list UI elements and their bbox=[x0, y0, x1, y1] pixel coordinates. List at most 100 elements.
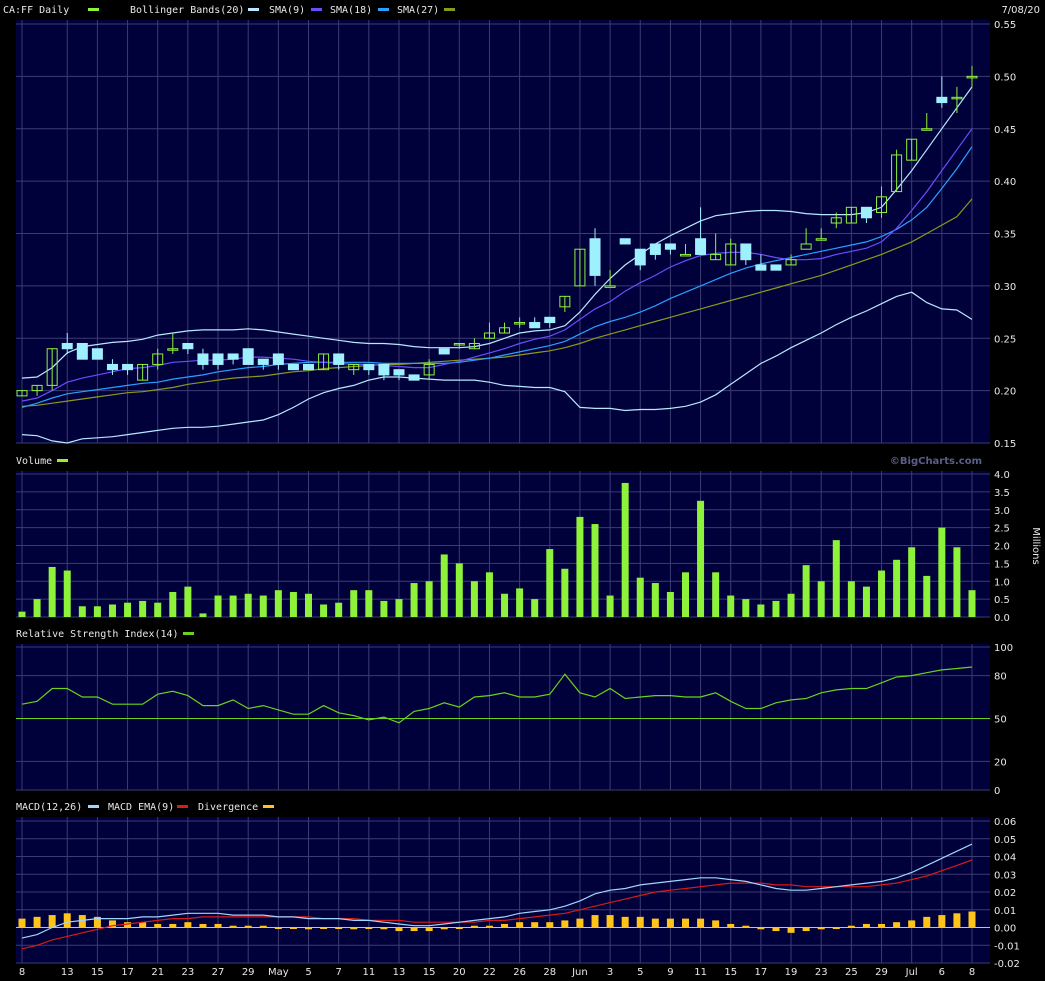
symbol-label: CA:FF Daily bbox=[3, 5, 69, 16]
volume-unit: Millions bbox=[1030, 527, 1041, 564]
divergence-bar bbox=[862, 923, 870, 928]
x-tick-label: 29 bbox=[875, 967, 888, 978]
candle-body-down bbox=[408, 374, 420, 381]
volume-bar bbox=[727, 595, 735, 617]
volume-bar bbox=[531, 599, 539, 617]
x-tick-label: 15 bbox=[423, 967, 436, 978]
volume-bar bbox=[320, 604, 328, 617]
divergence-bar bbox=[184, 922, 192, 928]
volume-bar bbox=[78, 606, 86, 617]
candle-body-down bbox=[227, 353, 239, 360]
divergence-bar bbox=[938, 915, 946, 928]
divergence-label: Divergence bbox=[198, 802, 258, 813]
divergence-bar bbox=[561, 920, 569, 928]
volume-bar bbox=[229, 595, 237, 617]
x-tick-label: 22 bbox=[483, 967, 496, 978]
price-tick-label: 0.15 bbox=[994, 439, 1016, 450]
price-tick-label: 0.50 bbox=[994, 72, 1016, 83]
volume-bar bbox=[802, 565, 810, 617]
divergence-bar bbox=[410, 927, 418, 932]
chart-date: 7/08/20 bbox=[1001, 5, 1040, 16]
volume-tick-label: 0.5 bbox=[994, 595, 1010, 606]
panels bbox=[16, 20, 990, 964]
rsi-panel bbox=[16, 644, 990, 790]
candle-body-down bbox=[182, 342, 194, 350]
bollinger-label: Bollinger Bands(20) bbox=[130, 5, 244, 16]
volume-bar bbox=[485, 572, 493, 617]
divergence-bar bbox=[18, 918, 26, 928]
x-tick-label: 28 bbox=[543, 967, 556, 978]
divergence-bar bbox=[395, 927, 403, 932]
volume-tick-label: 4.0 bbox=[994, 470, 1010, 481]
volume-bar bbox=[561, 568, 569, 617]
divergence-bar bbox=[425, 927, 433, 932]
candle-body-down bbox=[695, 238, 707, 255]
divergence-bar bbox=[546, 922, 554, 928]
candle-body-down bbox=[106, 363, 118, 371]
candle-body-down bbox=[378, 363, 390, 376]
x-tick-label: 17 bbox=[121, 967, 134, 978]
macd-label: MACD(12,26) bbox=[16, 802, 82, 813]
bollinger-swatch bbox=[248, 8, 259, 11]
x-tick-label: 26 bbox=[513, 967, 526, 978]
candle-body-down bbox=[61, 342, 73, 350]
divergence-bar bbox=[621, 916, 629, 928]
volume-bar bbox=[154, 602, 162, 617]
x-tick-label: 21 bbox=[151, 967, 164, 978]
macd-tick-label: 0.05 bbox=[994, 835, 1016, 846]
divergence-bar bbox=[968, 911, 976, 928]
x-tick-label: 15 bbox=[91, 967, 104, 978]
x-tick-label: 15 bbox=[724, 967, 737, 978]
volume-bar bbox=[108, 604, 116, 617]
macd-tick-label: 0.01 bbox=[994, 906, 1016, 917]
macd-ema-label: MACD EMA(9) bbox=[108, 802, 174, 813]
candle-body-down bbox=[664, 243, 676, 250]
volume-bar bbox=[847, 581, 855, 617]
volume-bar bbox=[274, 590, 282, 617]
volume-bar bbox=[289, 591, 297, 617]
x-tick-label: May bbox=[268, 967, 289, 978]
volume-bar bbox=[93, 606, 101, 617]
divergence-bar bbox=[772, 927, 780, 932]
volume-bar bbox=[938, 527, 946, 617]
volume-label: Volume bbox=[16, 456, 52, 467]
volume-bar bbox=[908, 547, 916, 617]
volume-bar bbox=[697, 500, 705, 617]
volume-bar bbox=[470, 581, 478, 617]
x-tick-label: 3 bbox=[607, 967, 613, 978]
candle-body-down bbox=[649, 243, 661, 255]
rsi-tick-label: 80 bbox=[994, 672, 1007, 683]
divergence-bar bbox=[48, 915, 56, 928]
volume-bar bbox=[546, 549, 554, 617]
divergence-bar bbox=[531, 922, 539, 928]
volume-bar bbox=[48, 566, 56, 617]
volume-bar bbox=[757, 604, 765, 617]
volume-bar bbox=[878, 570, 886, 617]
candle-body-down bbox=[634, 248, 646, 266]
x-tick-label: 20 bbox=[453, 967, 466, 978]
price-tick-label: 0.45 bbox=[994, 125, 1016, 136]
volume-bar bbox=[787, 593, 795, 617]
divergence-bar bbox=[651, 918, 659, 928]
candle-body-down bbox=[363, 363, 375, 371]
volume-bar bbox=[621, 482, 629, 617]
volume-bar bbox=[214, 595, 222, 617]
divergence-bar bbox=[681, 918, 689, 928]
candle-body-down bbox=[529, 322, 541, 329]
volume-bar bbox=[365, 590, 373, 617]
x-tick-label: Jun bbox=[571, 967, 588, 978]
volume-bar bbox=[440, 554, 448, 617]
divergence-bar bbox=[802, 927, 810, 932]
price-tick-label: 0.30 bbox=[994, 282, 1016, 293]
macd-tick-label: -0.01 bbox=[994, 941, 1020, 952]
volume-bar bbox=[832, 540, 840, 617]
candle-body-down bbox=[438, 348, 450, 355]
price-tick-label: 0.25 bbox=[994, 334, 1016, 345]
divergence-bar bbox=[923, 916, 931, 928]
volume-bar bbox=[305, 593, 313, 617]
volume-bar bbox=[636, 577, 644, 617]
candle-body-down bbox=[76, 342, 88, 360]
divergence-swatch bbox=[263, 805, 274, 808]
watermark: ©BigCharts.com bbox=[890, 456, 982, 467]
price-tick-label: 0.35 bbox=[994, 230, 1016, 241]
